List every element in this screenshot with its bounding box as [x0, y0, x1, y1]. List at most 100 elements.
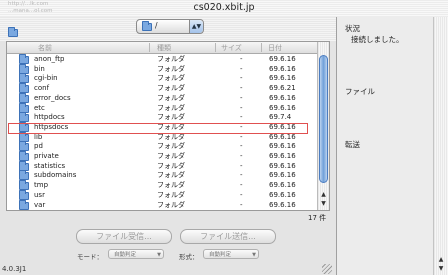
- file-date: 69.6.16: [269, 200, 296, 209]
- file-date: 69.6.16: [269, 64, 296, 73]
- path-label: /: [155, 21, 158, 30]
- format-select[interactable]: 自動判定 ▼: [203, 249, 259, 259]
- file-name: var: [34, 200, 46, 209]
- file-date: 69.6.16: [269, 93, 296, 102]
- table-row[interactable]: statistics フォルダ - 69.6.16: [7, 160, 317, 171]
- table-row[interactable]: bin フォルダ - 69.6.16: [7, 63, 317, 74]
- file-kind: フォルダ: [157, 200, 185, 209]
- column-divider: [215, 43, 216, 52]
- file-kind: フォルダ: [157, 181, 185, 190]
- column-divider: [261, 43, 262, 52]
- title-bar[interactable]: http://...lk.com ...mana...ol.com cs020.…: [0, 0, 448, 18]
- file-kind: フォルダ: [157, 190, 185, 199]
- file-name: bin: [34, 64, 45, 73]
- resize-handle-icon[interactable]: [322, 264, 332, 274]
- file-list: 名前 種類 サイズ 日付 anon_ftp フォルダ - 69.6.16 bin フォルダ…: [6, 41, 330, 211]
- file-size: -: [240, 103, 243, 112]
- mode-value: 自動判定: [114, 252, 137, 258]
- file-kind: フォルダ: [157, 103, 185, 112]
- file-kind: フォルダ: [157, 161, 185, 170]
- path-popup[interactable]: / ▲▼: [136, 19, 204, 34]
- file-name: error_docs: [34, 93, 71, 102]
- file-date: 69.6.16: [269, 74, 296, 83]
- home-folder-icon[interactable]: [8, 27, 18, 37]
- file-name: etc: [34, 103, 45, 112]
- file-date: 69.6.21: [269, 84, 296, 93]
- file-date: 69.6.16: [269, 55, 296, 63]
- column-header-name[interactable]: 名前: [38, 43, 52, 53]
- ftp-window: http://...lk.com ...mana...ol.com cs020.…: [0, 0, 448, 275]
- file-size: -: [240, 181, 243, 190]
- version-status: 4.0.3J1: [2, 265, 27, 273]
- file-kind: フォルダ: [157, 84, 185, 93]
- scroll-thumb[interactable]: [319, 55, 328, 183]
- file-name: pd: [34, 142, 43, 151]
- format-label: 形式：: [179, 253, 199, 261]
- column-header-kind[interactable]: 種類: [157, 43, 171, 53]
- panel-scrollbar[interactable]: ▲ ▼: [433, 17, 448, 275]
- file-name: subdomains: [34, 171, 77, 180]
- mode-label: モード：: [77, 253, 103, 261]
- table-row[interactable]: anon_ftp フォルダ - 69.6.16: [7, 54, 317, 64]
- table-row[interactable]: httpdocs フォルダ - 69.7.4: [7, 112, 317, 123]
- file-size: -: [240, 64, 243, 73]
- window-title: cs020.xbit.jp: [193, 2, 255, 13]
- file-kind: フォルダ: [157, 171, 185, 180]
- table-row[interactable]: var フォルダ - 69.6.16: [7, 199, 317, 210]
- file-date: 69.6.16: [269, 103, 296, 112]
- send-file-button[interactable]: ファイル送信...: [180, 229, 276, 244]
- file-kind: フォルダ: [157, 55, 185, 63]
- status-label: 状況: [345, 24, 360, 33]
- file-date: 69.6.16: [269, 190, 296, 199]
- chevron-updown-icon: ▼: [252, 252, 256, 258]
- receive-file-button[interactable]: ファイル受信...: [76, 229, 172, 244]
- table-row[interactable]: etc フォルダ - 69.6.16: [7, 102, 317, 113]
- file-name: usr: [34, 190, 45, 199]
- mode-select[interactable]: 自動判定 ▼: [108, 249, 164, 259]
- file-size: -: [240, 84, 243, 93]
- table-row[interactable]: conf フォルダ - 69.6.21: [7, 83, 317, 94]
- status-value: 接続しました。: [351, 35, 404, 44]
- file-size: -: [240, 74, 243, 83]
- file-size: -: [240, 161, 243, 170]
- table-row[interactable]: cgi-bin フォルダ - 69.6.16: [7, 73, 317, 84]
- file-name: tmp: [34, 181, 49, 190]
- format-value: 自動判定: [209, 252, 232, 258]
- table-row[interactable]: usr フォルダ - 69.6.16: [7, 189, 317, 200]
- selection-highlight: [8, 123, 308, 134]
- column-header-size[interactable]: サイズ: [221, 43, 242, 53]
- file-size: -: [240, 200, 243, 209]
- column-header-date[interactable]: 日付: [268, 43, 282, 53]
- table-row[interactable]: subdomains フォルダ - 69.6.16: [7, 170, 317, 181]
- file-date: 69.7.4: [269, 113, 292, 122]
- file-kind: フォルダ: [157, 74, 185, 83]
- file-date: 69.6.16: [269, 152, 296, 160]
- file-size: -: [240, 152, 243, 160]
- file-kind: フォルダ: [157, 64, 185, 73]
- file-name: statistics: [34, 161, 66, 170]
- file-date: 69.6.16: [269, 171, 296, 180]
- file-kind: フォルダ: [157, 113, 185, 122]
- file-name: conf: [34, 84, 50, 93]
- table-row[interactable]: error_docs フォルダ - 69.6.16: [7, 92, 317, 103]
- list-scrollbar[interactable]: ▲ ▼: [317, 42, 329, 210]
- file-size: -: [240, 55, 243, 63]
- table-row[interactable]: private フォルダ - 69.6.16: [7, 151, 317, 161]
- table-row[interactable]: tmp フォルダ - 69.6.16: [7, 180, 317, 191]
- table-row[interactable]: pd フォルダ - 69.6.16: [7, 141, 317, 152]
- file-size: -: [240, 142, 243, 151]
- file-name: private: [34, 152, 59, 160]
- file-size: -: [240, 171, 243, 180]
- file-name: httpdocs: [34, 113, 65, 122]
- file-label: ファイル: [345, 87, 375, 96]
- file-name: anon_ftp: [34, 55, 65, 63]
- file-size: -: [240, 190, 243, 199]
- chevron-updown-icon: ▼: [157, 252, 161, 258]
- scroll-down-arrow-icon[interactable]: ▼: [435, 264, 447, 274]
- file-kind: フォルダ: [157, 93, 185, 102]
- file-size: -: [240, 113, 243, 122]
- file-kind: フォルダ: [157, 142, 185, 151]
- chevron-updown-icon: ▲▼: [189, 20, 203, 33]
- scroll-down-arrow-icon[interactable]: ▼: [318, 199, 329, 209]
- file-date: 69.6.16: [269, 181, 296, 190]
